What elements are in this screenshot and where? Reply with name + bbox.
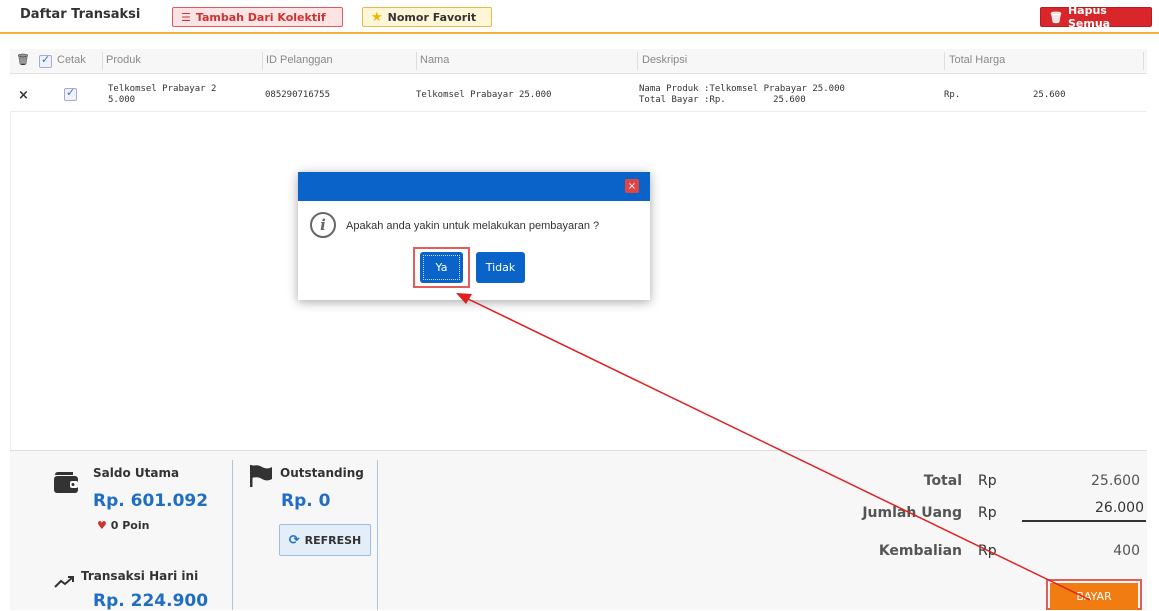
poin-info: ♥ 0 Poin (97, 519, 149, 532)
nama-cell: Telkomsel Prabayar 25.000 (416, 90, 552, 100)
column-header-total-harga: Total Harga (949, 54, 1006, 66)
divider (232, 460, 233, 610)
saldo-utama-value: Rp. 601.092 (93, 491, 209, 511)
produk-line-1: Telkomsel Prabayar 2 (108, 84, 217, 94)
deskripsi-total-bayar-label: Total Bayar :Rp. (639, 95, 726, 105)
deskripsi-cell: Nama Produk :Telkomsel Prabayar 25.000 T… (639, 84, 845, 106)
cetak-checkbox[interactable] (64, 86, 77, 101)
table-header: 🗑 Cetak Produk ID Pelanggan Nama Deskrip… (10, 49, 1147, 74)
transaksi-hari-ini-label: Transaksi Hari ini (81, 569, 199, 583)
column-header-id-pelanggan: ID Pelanggan (266, 54, 333, 66)
refresh-label: REFRESH (304, 533, 362, 547)
column-header-cetak: Cetak (57, 54, 86, 66)
total-value: 25.600 (1091, 473, 1140, 489)
poin-value: 0 Poin (110, 519, 150, 532)
hapus-semua-button[interactable]: 🗑 Hapus Semua (1040, 4, 1152, 30)
tambah-kolektif-label: Tambah Dari Kolektif (195, 10, 326, 24)
column-header-deskripsi: Deskripsi (642, 54, 688, 66)
trash-icon[interactable]: 🗑 (16, 53, 30, 66)
page-title: Daftar Transaksi (20, 7, 141, 22)
tidak-button[interactable]: Tidak (476, 252, 525, 283)
produk-line-2: 5.000 (108, 95, 136, 105)
heart-icon: ♥ (97, 519, 107, 532)
table-row: × Telkomsel Prabayar 2 5.000 08529071675… (10, 78, 1147, 112)
hapus-semua-label: Hapus Semua (1067, 4, 1111, 30)
star-icon: ★ (371, 9, 383, 25)
delete-row-icon[interactable]: × (18, 88, 29, 103)
trending-up-icon (54, 576, 74, 588)
kembalian-currency: Rp (978, 543, 997, 559)
total-currency: Rp (978, 473, 997, 489)
total-label: Total (923, 473, 962, 489)
tambah-kolektif-button[interactable]: ☰ Tambah Dari Kolektif (172, 7, 343, 27)
total-rp-cell: Rp. (944, 90, 961, 100)
saldo-utama-label: Saldo Utama (93, 466, 180, 480)
bayar-button[interactable]: BAYAR (1050, 583, 1138, 610)
deskripsi-line-1: Nama Produk :Telkomsel Prabayar 25.000 (639, 84, 845, 94)
refresh-button[interactable]: ⟳ REFRESH (279, 524, 371, 556)
column-header-nama: Nama (420, 54, 450, 66)
summary-panel (10, 450, 1147, 610)
total-value-cell: 25.600 (1033, 90, 1066, 100)
select-all-checkbox[interactable] (39, 53, 52, 68)
jumlah-uang-label: Jumlah Uang (862, 505, 962, 521)
kembalian-label: Kembalian (878, 543, 962, 559)
info-icon: i (310, 212, 336, 238)
trash-icon: 🗑 (1049, 10, 1063, 24)
refresh-icon: ⟳ (288, 532, 300, 548)
kembalian-value: 400 (1113, 543, 1140, 559)
ya-button[interactable]: Ya (420, 252, 463, 283)
flag-icon (250, 465, 272, 487)
wallet-icon (54, 472, 78, 493)
deskripsi-total-bayar-value: 25.600 (773, 95, 806, 105)
list-icon: ☰ (181, 10, 191, 24)
jumlah-uang-currency: Rp (978, 505, 997, 521)
nomor-favorit-button[interactable]: ★ Nomor Favorit (362, 7, 492, 27)
close-icon[interactable]: × (625, 179, 639, 193)
id-pelanggan-cell: 085290716755 (265, 90, 331, 100)
produk-cell: Telkomsel Prabayar 2 5.000 (108, 84, 216, 106)
transaksi-hari-ini-value: Rp. 224.900 (93, 591, 209, 611)
jumlah-uang-input[interactable] (1022, 496, 1146, 522)
dialog-message: Apakah anda yakin untuk melakukan pembay… (346, 220, 600, 232)
outstanding-value: Rp. 0 (281, 491, 331, 511)
nomor-favorit-label: Nomor Favorit (387, 10, 477, 24)
column-header-produk: Produk (106, 54, 141, 66)
dialog-titlebar (298, 172, 650, 201)
divider (377, 460, 378, 610)
outstanding-label: Outstanding (280, 466, 364, 480)
deskripsi-line-2: Total Bayar :Rp. 25.600 (639, 95, 845, 106)
